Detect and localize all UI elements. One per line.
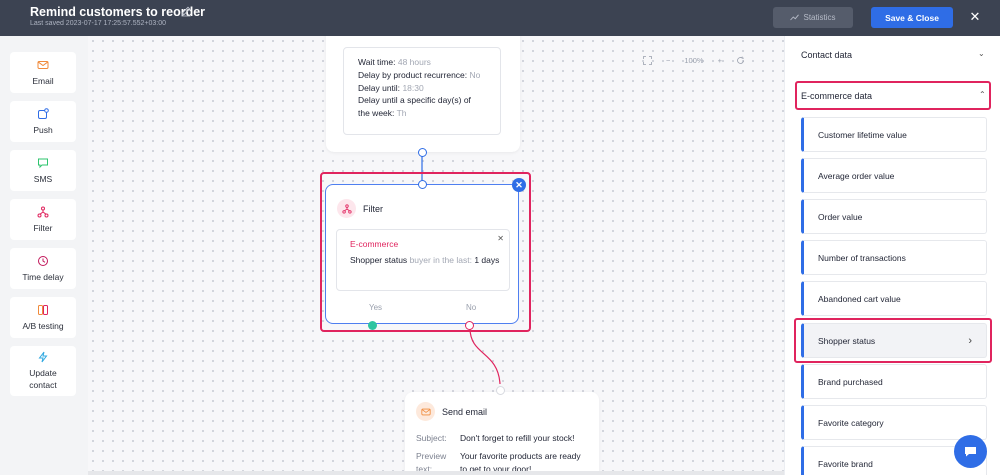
tool-label: Update contact bbox=[29, 368, 57, 390]
condition-field: Shopper status bbox=[350, 255, 408, 265]
sms-icon bbox=[38, 158, 48, 168]
workflow-title[interactable]: Remind customers to reorder bbox=[30, 5, 205, 19]
item-label: Customer lifetime value bbox=[818, 129, 907, 140]
yes-output-port[interactable] bbox=[368, 321, 377, 330]
delay-until-value: 18:30 bbox=[402, 82, 424, 93]
item-number-of-transactions[interactable]: Number of transactions bbox=[801, 240, 987, 275]
clock-icon bbox=[38, 255, 48, 266]
condition-operator: buyer in the last: bbox=[409, 255, 472, 265]
tool-label: SMS bbox=[33, 173, 53, 184]
contact-data-section[interactable]: Contact data bbox=[801, 50, 852, 60]
subject-value: Don't forget to refill your stock! bbox=[460, 433, 575, 443]
tool-filter[interactable]: Filter bbox=[10, 199, 76, 240]
item-label: Order value bbox=[818, 211, 863, 222]
zoom-out-button[interactable]: − bbox=[666, 56, 670, 65]
remove-condition-icon[interactable]: ✕ bbox=[497, 234, 504, 243]
tool-sms[interactable]: SMS bbox=[10, 150, 76, 191]
tool-label: Email bbox=[32, 75, 54, 86]
ab-icon bbox=[38, 304, 48, 315]
tool-label: Time delay bbox=[22, 271, 64, 282]
item-abandoned-cart-value[interactable]: Abandoned cart value bbox=[801, 281, 987, 316]
save-close-button[interactable]: Save & Close bbox=[871, 7, 953, 28]
item-average-order-value[interactable]: Average order value bbox=[801, 158, 987, 193]
delay-output-port[interactable] bbox=[418, 148, 427, 157]
trend-icon bbox=[790, 14, 800, 21]
days-label-1: Delay until a specific day(s) of bbox=[358, 95, 471, 106]
filter-node-icon bbox=[337, 199, 356, 218]
item-customer-lifetime-value[interactable]: Customer lifetime value bbox=[801, 117, 987, 152]
filter-node-title: Filter bbox=[363, 204, 383, 214]
tool-update-contact[interactable]: Update contact bbox=[10, 346, 76, 396]
delay-until-label: Delay until: bbox=[358, 82, 401, 93]
wait-time-label: Wait time: bbox=[358, 57, 396, 67]
email-node-icon bbox=[416, 402, 435, 421]
item-label: Favorite category bbox=[818, 417, 884, 428]
email-input-port[interactable] bbox=[496, 386, 505, 395]
top-bar: Remind customers to reorder Last saved 2… bbox=[0, 0, 1000, 36]
zoom-level: 100% bbox=[684, 56, 704, 65]
time-delay-node[interactable]: Wait time: 48 hours Delay by product rec… bbox=[326, 36, 520, 152]
zoom-in-button[interactable]: + bbox=[718, 56, 722, 65]
tool-push[interactable]: Push bbox=[10, 101, 76, 142]
wait-time-value: 48 hours bbox=[397, 57, 431, 67]
bolt-icon bbox=[38, 351, 48, 363]
statistics-button[interactable]: Statistics bbox=[773, 7, 853, 28]
chat-support-button[interactable] bbox=[954, 435, 987, 468]
remove-node-icon[interactable]: ✕ bbox=[512, 178, 526, 192]
days-label-2: the week: bbox=[358, 108, 395, 119]
mail-icon bbox=[37, 60, 49, 69]
item-label: Favorite brand bbox=[818, 458, 873, 469]
statistics-label: Statistics bbox=[803, 13, 836, 22]
subject-label: Subject: bbox=[416, 433, 447, 443]
send-email-node[interactable]: Send email Subject: Don't forget to refi… bbox=[405, 392, 599, 475]
filter-node[interactable]: Filter ✕ E-commerce ✕ Shopper status buy… bbox=[325, 178, 526, 324]
yes-branch-label: Yes bbox=[369, 303, 383, 312]
item-favorite-category[interactable]: Favorite category bbox=[801, 405, 987, 440]
filter-icon bbox=[37, 206, 49, 217]
no-output-port[interactable] bbox=[465, 321, 474, 330]
chat-icon bbox=[965, 447, 976, 457]
tool-label: Filter bbox=[33, 222, 53, 233]
tool-label: A/B testing bbox=[22, 320, 64, 331]
item-label: Abandoned cart value bbox=[818, 293, 901, 304]
chevron-down-icon[interactable]: ⌄ bbox=[978, 49, 985, 58]
reset-zoom-icon[interactable] bbox=[736, 56, 745, 65]
filter-input-port[interactable] bbox=[418, 180, 427, 189]
close-icon[interactable]: ✕ bbox=[967, 9, 983, 25]
item-label: Number of transactions bbox=[818, 252, 906, 263]
horizontal-scrollbar[interactable] bbox=[88, 471, 784, 475]
item-label: Average order value bbox=[818, 170, 895, 181]
days-value: Th bbox=[396, 108, 407, 119]
chevron-up-icon[interactable]: ⌃ bbox=[979, 90, 986, 99]
condition-picker-panel: Contact data ⌄ E-commerce data ⌃ Custome… bbox=[784, 36, 1000, 475]
last-saved-text: Last saved 2023-07-17 17:25:57.552+03:00 bbox=[30, 20, 167, 27]
push-icon bbox=[38, 107, 49, 119]
shopper-status-highlight bbox=[794, 318, 992, 363]
tool-time-delay[interactable]: Time delay bbox=[10, 248, 76, 289]
workflow-canvas[interactable]: − 100% + Wait time: 48 hours Delay by pr… bbox=[88, 36, 784, 475]
preview-value-1: Your favorite products are ready bbox=[460, 451, 581, 461]
filter-condition[interactable]: E-commerce ✕ Shopper status buyer in the… bbox=[336, 229, 510, 291]
ecommerce-data-section[interactable]: E-commerce data bbox=[801, 91, 872, 101]
item-order-value[interactable]: Order value bbox=[801, 199, 987, 234]
email-node-title: Send email bbox=[442, 407, 488, 417]
tool-email[interactable]: Email bbox=[10, 52, 76, 93]
condition-unit: days bbox=[481, 255, 500, 265]
recurrence-label: Delay by product recurrence: bbox=[358, 69, 468, 80]
item-brand-purchased[interactable]: Brand purchased bbox=[801, 364, 987, 399]
node-toolbox: Email Push SMS Filter Time delay A/B tes… bbox=[0, 36, 88, 475]
fullscreen-icon[interactable] bbox=[643, 56, 652, 65]
recurrence-value: No bbox=[469, 69, 481, 80]
condition-text: Shopper status buyer in the last: 1 days bbox=[350, 254, 500, 267]
edit-title-icon[interactable] bbox=[180, 5, 192, 17]
condition-value: 1 bbox=[474, 255, 480, 265]
item-label: Brand purchased bbox=[818, 376, 883, 387]
zoom-controls: − 100% + bbox=[643, 56, 745, 65]
delay-details: Wait time: 48 hours Delay by product rec… bbox=[343, 47, 501, 135]
no-branch-label: No bbox=[466, 303, 477, 312]
tool-label: Push bbox=[33, 124, 53, 135]
tool-ab-testing[interactable]: A/B testing bbox=[10, 297, 76, 338]
preview-label-1: Preview bbox=[416, 451, 447, 461]
condition-category: E-commerce bbox=[350, 239, 399, 249]
